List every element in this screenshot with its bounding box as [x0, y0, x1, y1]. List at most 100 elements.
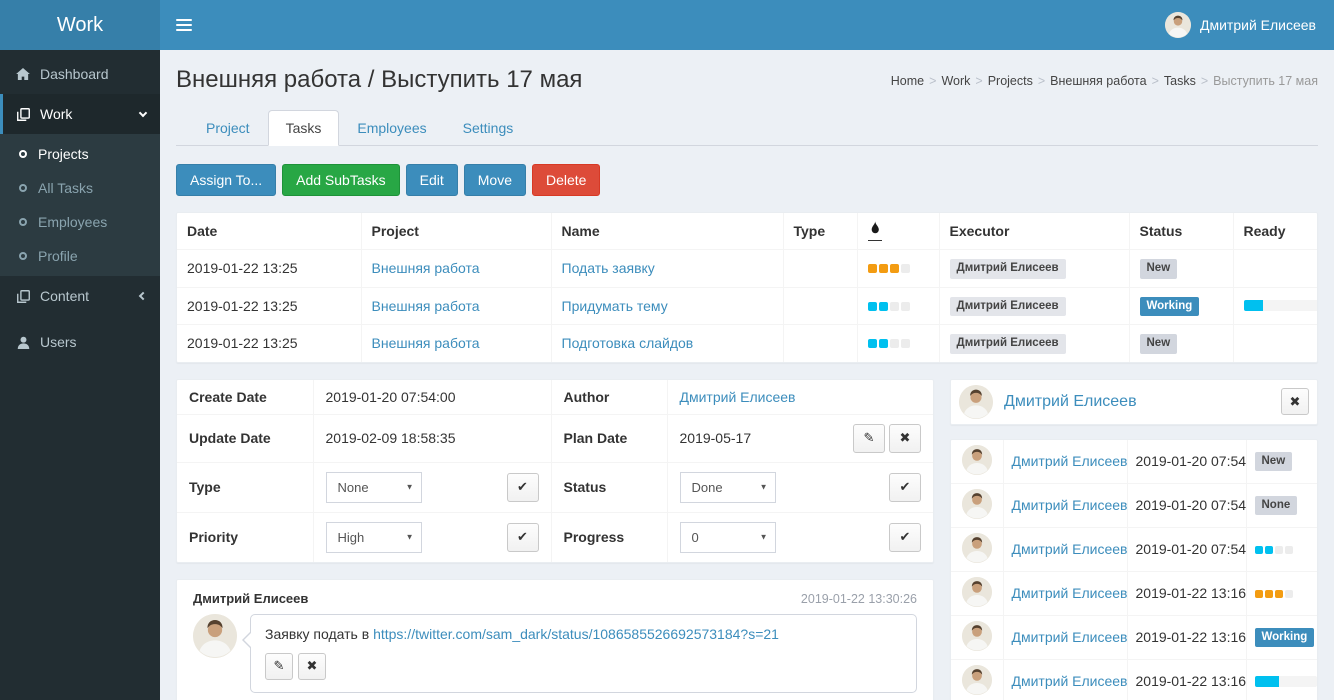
sidebar-item-users[interactable]: Users	[0, 322, 160, 362]
add-subtasks-button[interactable]: Add SubTasks	[282, 164, 400, 196]
edit-comment-button[interactable]: ✎	[265, 653, 293, 680]
activity-user-link[interactable]: Дмитрий Елисеев	[1012, 541, 1128, 557]
user-menu[interactable]: Дмитрий Елисеев	[1147, 0, 1334, 50]
apply-type-button[interactable]: ✔	[507, 473, 539, 502]
col-header-executor[interactable]: Executor	[939, 213, 1129, 250]
tab-tasks[interactable]: Tasks	[268, 110, 340, 146]
comment-author: Дмитрий Елисеев	[193, 591, 308, 606]
sidebar-item-label: Profile	[38, 248, 78, 264]
breadcrumb: Home>Work>Projects>Внешняя работа>Tasks>…	[891, 74, 1318, 88]
apply-priority-button[interactable]: ✔	[507, 523, 539, 552]
sidebar-item-employees[interactable]: Employees	[0, 205, 160, 239]
apply-status-button[interactable]: ✔	[889, 473, 921, 502]
clear-plan-date-button[interactable]: ✖	[889, 424, 921, 453]
list-item: Дмитрий Елисеев 2019-01-22 13:16	[951, 571, 1317, 615]
delete-comment-button[interactable]: ✖	[298, 653, 326, 680]
task-link[interactable]: Подать заявку	[562, 260, 655, 276]
chevron-down-icon	[139, 108, 147, 116]
activity-user-link[interactable]: Дмитрий Елисеев	[1012, 497, 1128, 513]
status-select[interactable]: Done ▼	[680, 472, 776, 503]
app-brand[interactable]: Work	[0, 0, 160, 50]
check-icon: ✔	[517, 529, 528, 545]
caret-down-icon: ▼	[406, 483, 414, 492]
status-badge: New	[1255, 452, 1293, 472]
col-header-status[interactable]: Status	[1129, 213, 1233, 250]
detail-label: Type	[177, 462, 313, 512]
tab-employees[interactable]: Employees	[339, 110, 444, 146]
flame-icon[interactable]	[868, 221, 882, 241]
delete-button[interactable]: Delete	[532, 164, 600, 196]
detail-label: Status	[551, 462, 667, 512]
project-link[interactable]: Внешняя работа	[372, 298, 480, 314]
activity-user-link[interactable]: Дмитрий Елисеев	[1012, 585, 1128, 601]
apply-progress-button[interactable]: ✔	[889, 523, 921, 552]
sidebar-item-label: Work	[40, 106, 72, 122]
detail-label: Priority	[177, 512, 313, 562]
sidebar-item-label: Projects	[38, 146, 89, 162]
progress-bar	[1255, 676, 1317, 687]
col-header-project[interactable]: Project	[361, 213, 551, 250]
sidebar-item-all-tasks[interactable]: All Tasks	[0, 171, 160, 205]
avatar	[962, 489, 992, 519]
edit-button[interactable]: Edit	[406, 164, 458, 196]
breadcrumb-link[interactable]: Projects	[988, 74, 1033, 88]
col-header-date[interactable]: Date	[177, 213, 361, 250]
task-details-table: Create Date 2019-01-20 07:54:00 Author Д…	[177, 380, 933, 562]
progress-select[interactable]: 0 ▼	[680, 522, 776, 553]
user-icon	[15, 336, 31, 349]
sidebar-item-dashboard[interactable]: Dashboard	[0, 54, 160, 94]
activity-user-link[interactable]: Дмитрий Елисеев	[1012, 453, 1128, 469]
detail-label: Plan Date	[551, 414, 667, 462]
comment-link[interactable]: https://twitter.com/sam_dark/status/1086…	[373, 626, 779, 642]
tab-settings[interactable]: Settings	[445, 110, 532, 146]
work-submenu: Projects All Tasks Employees Profile	[0, 134, 160, 276]
avatar	[962, 445, 992, 475]
col-header-type[interactable]: Type	[783, 213, 857, 250]
col-header-ready[interactable]: Ready	[1233, 213, 1317, 250]
page-title: Внешняя работа / Выступить 17 мая	[176, 66, 582, 94]
executor-badge: Дмитрий Елисеев	[950, 297, 1066, 317]
sidebar-item-profile[interactable]: Profile	[0, 239, 160, 273]
project-link[interactable]: Внешняя работа	[372, 335, 480, 351]
sidebar-item-projects[interactable]: Projects	[0, 137, 160, 171]
subtasks-table-card: Date Project Name Type Executor Status R…	[176, 212, 1318, 363]
list-item: Дмитрий Елисеев 2019-01-20 07:54 New	[951, 440, 1317, 484]
detail-label: Author	[551, 380, 667, 415]
sidebar-item-work[interactable]: Work	[0, 94, 160, 134]
breadcrumb-link[interactable]: Home	[891, 74, 924, 88]
toolbar: Assign To... Add SubTasks Edit Move Dele…	[176, 164, 1318, 196]
remove-executor-button[interactable]: ✖	[1281, 388, 1309, 415]
breadcrumb-link[interactable]: Tasks	[1164, 74, 1196, 88]
project-link[interactable]: Внешняя работа	[372, 260, 480, 276]
close-icon: ✖	[1290, 394, 1301, 410]
comment-avatar	[193, 614, 237, 658]
task-link[interactable]: Подготовка слайдов	[562, 335, 694, 351]
activity-date: 2019-01-22 13:16	[1127, 615, 1246, 659]
sidebar-item-label: Content	[40, 288, 89, 304]
activity-user-link[interactable]: Дмитрий Елисеев	[1012, 629, 1128, 645]
edit-plan-date-button[interactable]: ✎	[853, 424, 885, 453]
assign-to-button[interactable]: Assign To...	[176, 164, 276, 196]
plan-date-value: 2019-05-17	[680, 430, 752, 446]
breadcrumb-link[interactable]: Work	[941, 74, 970, 88]
tab-project[interactable]: Project	[188, 110, 268, 146]
subtasks-table: Date Project Name Type Executor Status R…	[177, 213, 1317, 362]
priority-squares	[1255, 585, 1295, 601]
author-link[interactable]: Дмитрий Елисеев	[680, 389, 796, 405]
task-link[interactable]: Придумать тему	[562, 298, 668, 314]
activity-user-link[interactable]: Дмитрий Елисеев	[1012, 673, 1128, 689]
move-button[interactable]: Move	[464, 164, 526, 196]
executor-link[interactable]: Дмитрий Елисеев	[1004, 393, 1137, 411]
sidebar-toggle-button[interactable]	[160, 0, 208, 50]
close-icon: ✖	[900, 430, 911, 446]
breadcrumb-link[interactable]: Внешняя работа	[1050, 74, 1146, 88]
priority-select[interactable]: High ▼	[326, 522, 422, 553]
col-header-name[interactable]: Name	[551, 213, 783, 250]
col-header-priority[interactable]	[857, 213, 939, 250]
breadcrumb-current: Выступить 17 мая	[1213, 74, 1318, 88]
sidebar-item-content[interactable]: Content	[0, 276, 160, 316]
type-select[interactable]: None ▼	[326, 472, 422, 503]
avatar	[962, 621, 992, 651]
comment-timestamp: 2019-01-22 13:30:26	[801, 592, 917, 606]
caret-down-icon: ▼	[406, 533, 414, 542]
